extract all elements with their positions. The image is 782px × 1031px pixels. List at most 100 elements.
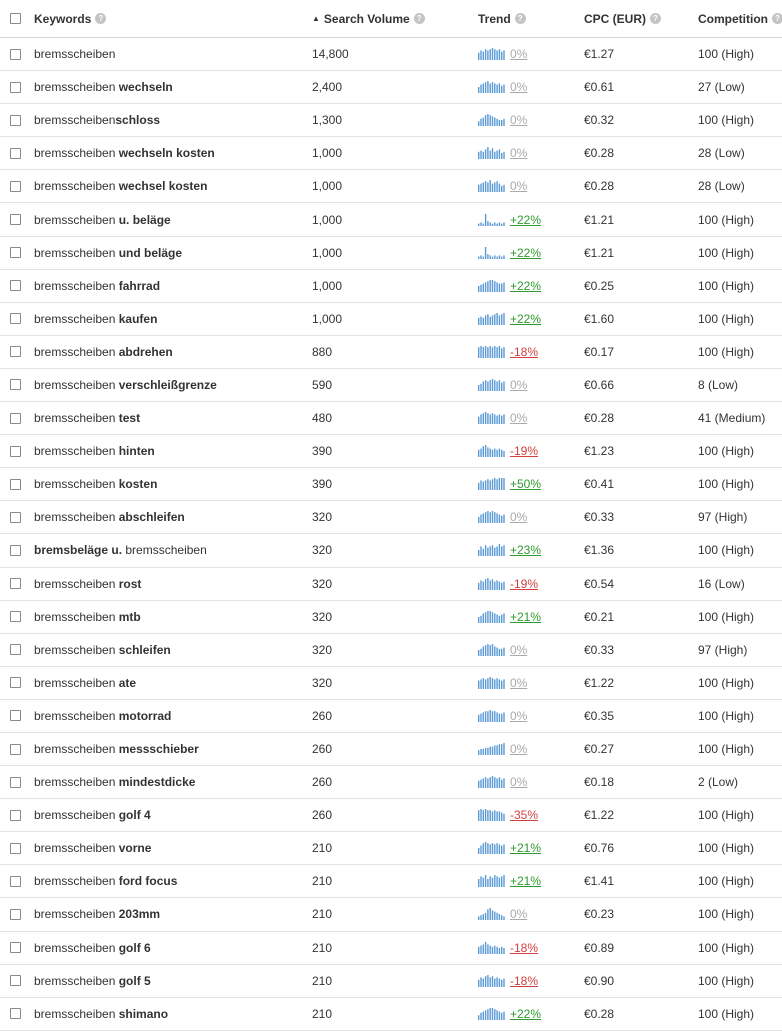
table-row[interactable]: bremsscheiben kaufen 1,000 +22% €1.60 10… <box>0 303 782 336</box>
row-checkbox[interactable] <box>10 875 21 887</box>
table-row[interactable]: bremsscheiben vorne 210 +21% €0.76 100 (… <box>0 832 782 866</box>
row-checkbox[interactable] <box>10 313 21 325</box>
header-competition[interactable]: Competition ? <box>698 0 782 37</box>
trend-change-link[interactable]: 0% <box>510 113 527 127</box>
row-checkbox[interactable] <box>10 478 21 490</box>
help-icon[interactable]: ? <box>514 13 526 24</box>
row-checkbox[interactable] <box>10 511 21 523</box>
table-row[interactable]: bremsscheiben ford focus 210 +21% €1.41 … <box>0 865 782 899</box>
trend-change-link[interactable]: +23% <box>510 543 541 557</box>
table-row[interactable]: bremsscheiben ate 320 0% €1.22 100 (High… <box>0 667 782 700</box>
header-trend[interactable]: Trend ? <box>478 0 526 37</box>
table-row[interactable]: bremsbeläge u. bremsscheiben 320 +23% €1… <box>0 534 782 568</box>
trend-change-link[interactable]: 0% <box>510 179 527 193</box>
header-keywords[interactable]: Keywords ? <box>34 0 107 37</box>
trend-change-link[interactable]: 0% <box>510 510 527 524</box>
row-checkbox[interactable] <box>10 147 21 159</box>
table-row[interactable]: bremsscheiben kosten 390 +50% €0.41 100 … <box>0 468 782 502</box>
row-checkbox[interactable] <box>10 280 21 292</box>
row-checkbox[interactable] <box>10 743 21 755</box>
help-icon[interactable]: ? <box>95 13 107 24</box>
trend-change-link[interactable]: 0% <box>510 378 527 392</box>
trend-change-link[interactable]: +22% <box>510 312 541 326</box>
trend-change-link[interactable]: 0% <box>510 742 527 756</box>
table-row[interactable]: bremsscheiben shimano 210 +22% €0.28 100… <box>0 998 782 1031</box>
row-checkbox[interactable] <box>10 412 21 424</box>
table-row[interactable]: bremsscheiben hinten 390 -19% €1.23 100 … <box>0 435 782 469</box>
table-row[interactable]: bremsscheiben wechsel kosten 1,000 0% €0… <box>0 170 782 204</box>
table-row[interactable]: bremsscheiben motorrad 260 0% €0.35 100 … <box>0 700 782 733</box>
table-row[interactable]: bremsscheiben golf 6 210 -18% €0.89 100 … <box>0 932 782 965</box>
trend-change-link[interactable]: +21% <box>510 841 541 855</box>
trend-change-link[interactable]: 0% <box>510 709 527 723</box>
row-checkbox[interactable] <box>10 379 21 391</box>
header-search-volume[interactable]: ▲ Search Volume ? <box>312 0 425 37</box>
trend-change-link[interactable]: -19% <box>510 577 538 591</box>
trend-change-link[interactable]: 0% <box>510 643 527 657</box>
trend-change-link[interactable]: -18% <box>510 974 538 988</box>
table-row[interactable]: bremsscheiben verschleißgrenze 590 0% €0… <box>0 369 782 403</box>
trend-change-link[interactable]: -19% <box>510 444 538 458</box>
row-checkbox[interactable] <box>10 346 21 358</box>
trend-change-link[interactable]: +50% <box>510 477 541 491</box>
table-row[interactable]: bremsscheiben wechseln 2,400 0% €0.61 27… <box>0 71 782 105</box>
trend-change-link[interactable]: +22% <box>510 1007 541 1021</box>
row-checkbox[interactable] <box>10 611 21 623</box>
header-cpc[interactable]: CPC (EUR) ? <box>584 0 661 37</box>
trend-change-link[interactable]: +22% <box>510 213 541 227</box>
row-checkbox[interactable] <box>10 644 21 656</box>
table-row[interactable]: bremsscheiben u. beläge 1,000 +22% €1.21… <box>0 203 782 237</box>
table-row[interactable]: bremsscheiben golf 5 210 -18% €0.90 100 … <box>0 965 782 998</box>
row-checkbox[interactable] <box>10 81 21 93</box>
table-row[interactable]: bremsscheiben messschieber 260 0% €0.27 … <box>0 733 782 767</box>
table-row[interactable]: bremsscheiben 203mm 210 0% €0.23 100 (Hi… <box>0 898 782 932</box>
trend-change-link[interactable]: 0% <box>510 775 527 789</box>
trend-change-link[interactable]: 0% <box>510 907 527 921</box>
trend-change-link[interactable]: -18% <box>510 345 538 359</box>
trend-change-link[interactable]: 0% <box>510 47 527 61</box>
table-row[interactable]: bremsscheiben abdrehen 880 -18% €0.17 10… <box>0 336 782 369</box>
table-row[interactable]: bremsscheiben schleifen 320 0% €0.33 97 … <box>0 634 782 667</box>
row-checkbox[interactable] <box>10 908 21 920</box>
trend-change-link[interactable]: +22% <box>510 246 541 260</box>
table-row[interactable]: bremsscheiben fahrrad 1,000 +22% €0.25 1… <box>0 270 782 303</box>
row-checkbox[interactable] <box>10 677 21 689</box>
table-row[interactable]: bremsscheiben rost 320 -19% €0.54 16 (Lo… <box>0 568 782 601</box>
table-row[interactable]: bremsscheiben 14,800 0% €1.27 100 (High) <box>0 38 782 72</box>
row-checkbox[interactable] <box>10 809 21 821</box>
row-checkbox[interactable] <box>10 214 21 226</box>
row-checkbox[interactable] <box>10 942 21 954</box>
trend-change-link[interactable]: 0% <box>510 146 527 160</box>
select-all-checkbox[interactable] <box>10 13 21 24</box>
row-checkbox[interactable] <box>10 180 21 192</box>
table-row[interactable]: bremsscheiben wechseln kosten 1,000 0% €… <box>0 137 782 171</box>
help-icon[interactable]: ? <box>772 13 782 24</box>
table-row[interactable]: bremsscheiben test 480 0% €0.28 41 (Medi… <box>0 402 782 436</box>
row-checkbox[interactable] <box>10 247 21 259</box>
row-checkbox[interactable] <box>10 544 21 556</box>
row-checkbox[interactable] <box>10 48 21 60</box>
table-row[interactable]: bremsscheiben golf 4 260 -35% €1.22 100 … <box>0 799 782 833</box>
trend-change-link[interactable]: +21% <box>510 610 541 624</box>
trend-change-link[interactable]: +21% <box>510 874 541 888</box>
trend-change-link[interactable]: -18% <box>510 941 538 955</box>
table-row[interactable]: bremsscheiben schloss 1,300 0% €0.32 100 … <box>0 104 782 138</box>
trend-change-link[interactable]: 0% <box>510 676 527 690</box>
row-checkbox[interactable] <box>10 114 21 126</box>
table-row[interactable]: bremsscheiben und beläge 1,000 +22% €1.2… <box>0 237 782 270</box>
help-icon[interactable]: ? <box>650 13 661 24</box>
table-row[interactable]: bremsscheiben mtb 320 +21% €0.21 100 (Hi… <box>0 601 782 634</box>
row-checkbox[interactable] <box>10 710 21 722</box>
table-row[interactable]: bremsscheiben mindestdicke 260 0% €0.18 … <box>0 766 782 800</box>
row-checkbox[interactable] <box>10 578 21 590</box>
trend-change-link[interactable]: 0% <box>510 411 527 425</box>
help-icon[interactable]: ? <box>413 13 425 24</box>
table-row[interactable]: bremsscheiben abschleifen 320 0% €0.33 9… <box>0 501 782 535</box>
row-checkbox[interactable] <box>10 842 21 854</box>
row-checkbox[interactable] <box>10 776 21 788</box>
row-checkbox[interactable] <box>10 975 21 987</box>
trend-change-link[interactable]: +22% <box>510 279 541 293</box>
trend-change-link[interactable]: -35% <box>510 808 538 822</box>
row-checkbox[interactable] <box>10 445 21 457</box>
trend-change-link[interactable]: 0% <box>510 80 527 94</box>
